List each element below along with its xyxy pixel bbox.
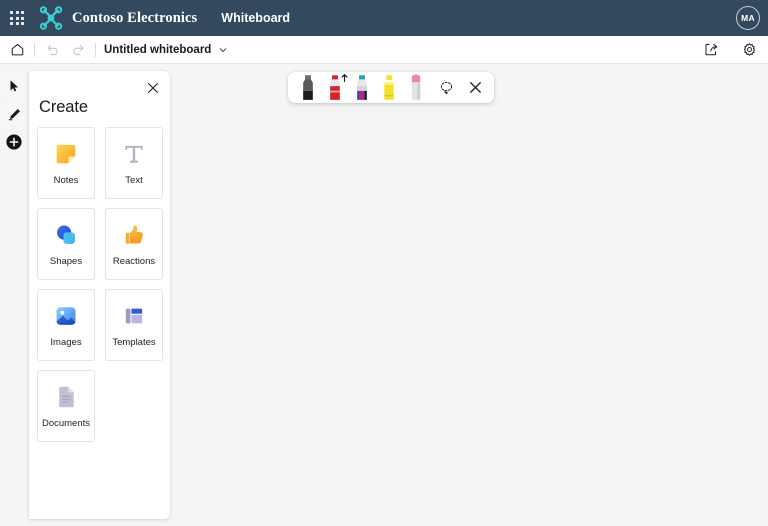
create-tile-notes[interactable]: Notes xyxy=(37,127,95,199)
document-title[interactable]: Untitled whiteboard xyxy=(104,44,211,56)
tile-label: Reactions xyxy=(113,256,155,267)
avatar[interactable]: MA xyxy=(736,6,760,30)
cursor-icon xyxy=(7,79,21,93)
tile-label: Images xyxy=(50,337,81,348)
divider xyxy=(95,43,96,57)
create-tile-reactions[interactable]: Reactions xyxy=(105,208,163,280)
lasso-select-icon[interactable] xyxy=(434,76,458,100)
templates-icon xyxy=(120,302,148,330)
tile-label: Notes xyxy=(54,175,79,186)
share-icon[interactable] xyxy=(698,37,724,63)
app-launcher-icon[interactable] xyxy=(0,0,34,36)
undo-icon[interactable] xyxy=(39,37,65,63)
arrow-up-icon xyxy=(340,73,349,83)
plus-circle-icon xyxy=(5,133,23,151)
gear-icon[interactable] xyxy=(736,37,762,63)
sticky-note-icon xyxy=(52,140,80,168)
divider xyxy=(34,43,35,57)
contoso-logo-icon xyxy=(38,5,64,31)
brand-name: Contoso Electronics xyxy=(72,10,197,27)
tile-label: Shapes xyxy=(50,256,82,267)
tile-label: Templates xyxy=(112,337,155,348)
page-title: Create xyxy=(39,98,88,117)
create-tile-documents[interactable]: Documents xyxy=(37,370,95,442)
rail-item-create[interactable] xyxy=(2,130,26,154)
pen-icon xyxy=(7,107,22,122)
pen-tool-rainbow[interactable] xyxy=(349,73,375,102)
whiteboard-app: Contoso Electronics Whiteboard MA Untitl… xyxy=(0,0,768,526)
tile-label: Text xyxy=(125,175,142,186)
text-t-icon xyxy=(120,140,148,168)
chevron-down-icon[interactable] xyxy=(218,45,228,55)
command-bar-actions xyxy=(698,37,762,63)
suite-header-bar: Contoso Electronics Whiteboard MA xyxy=(0,0,768,36)
thumbs-up-icon xyxy=(120,221,148,249)
app-name: Whiteboard xyxy=(221,11,290,25)
pen-tool-eraser[interactable] xyxy=(403,73,429,102)
pen-tool-highlighter[interactable] xyxy=(376,73,402,102)
close-icon[interactable] xyxy=(143,78,163,98)
tool-rail xyxy=(2,74,26,154)
close-icon[interactable] xyxy=(463,76,487,100)
pen-toolbar xyxy=(288,72,494,103)
image-icon xyxy=(52,302,80,330)
command-bar: Untitled whiteboard xyxy=(0,36,768,64)
create-tile-text[interactable]: Text xyxy=(105,127,163,199)
create-panel: Create Notes xyxy=(29,71,170,519)
create-tile-images[interactable]: Images xyxy=(37,289,95,361)
create-tile-templates[interactable]: Templates xyxy=(105,289,163,361)
redo-icon[interactable] xyxy=(65,37,91,63)
shapes-icon xyxy=(52,221,80,249)
home-icon[interactable] xyxy=(4,37,30,63)
rail-item-select[interactable] xyxy=(2,74,26,98)
rail-item-ink[interactable] xyxy=(2,102,26,126)
document-icon xyxy=(52,383,80,411)
tile-label: Documents xyxy=(42,418,90,429)
create-tile-shapes[interactable]: Shapes xyxy=(37,208,95,280)
pen-tool-red[interactable] xyxy=(322,73,348,102)
pen-tool-black[interactable] xyxy=(295,73,321,102)
create-tile-grid: Notes Text xyxy=(37,127,165,442)
